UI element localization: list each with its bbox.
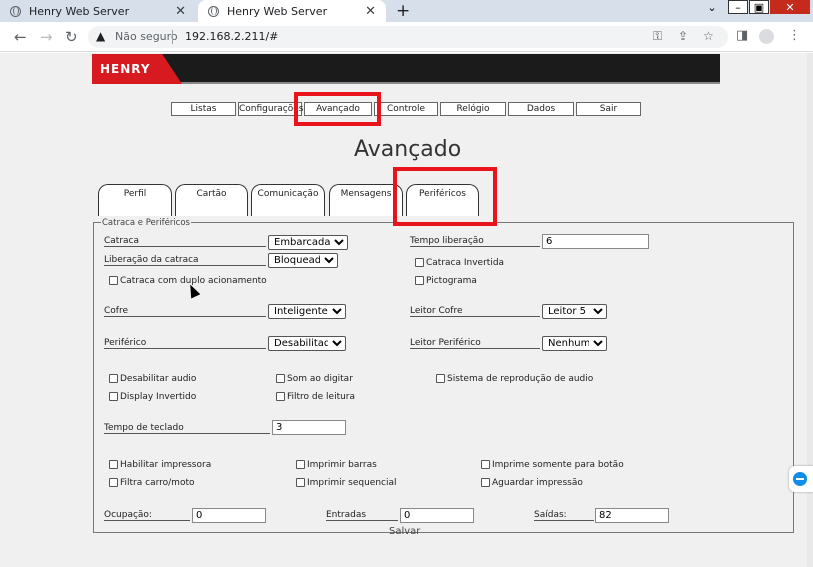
sistema-audio-checkbox[interactable]: [436, 374, 445, 383]
menu-sair[interactable]: Sair: [576, 102, 641, 116]
pictograma-label: Pictograma: [426, 276, 477, 286]
bookmark-star-icon[interactable]: ☆: [703, 29, 714, 43]
catraca-select[interactable]: Embarcada: [268, 235, 348, 250]
omnibox[interactable]: ▲ Não seguro 192.168.2.211/# ⚿ ⇪ ☆: [88, 26, 728, 48]
display-invertido-label: Display Invertido: [120, 392, 197, 402]
close-window-icon[interactable]: ✕: [770, 0, 810, 14]
close-tab-icon[interactable]: ✕: [175, 4, 186, 19]
forward-icon[interactable]: →: [40, 28, 53, 46]
reload-icon[interactable]: ↻: [65, 28, 78, 46]
side-panel-icon[interactable]: ◨: [736, 28, 748, 43]
imprime-botao-label: Imprime somente para botão: [492, 460, 624, 470]
imprimir-barras-checkbox[interactable]: [296, 460, 305, 469]
sistema-audio-label: Sistema de reprodução de audio: [447, 374, 594, 384]
tab-title: Henry Web Server: [227, 4, 328, 18]
desabilitar-audio-label: Desabilitar audio: [120, 374, 197, 384]
habilitar-impressora-checkbox[interactable]: [109, 460, 118, 469]
highlight-box-tab: [393, 167, 497, 226]
habilitar-impressora-label: Habilitar impressora: [120, 460, 212, 470]
saidas-input[interactable]: [595, 508, 669, 523]
duplo-acionamento-checkbox[interactable]: [109, 276, 118, 285]
maximize-icon[interactable]: ▣: [749, 0, 769, 14]
logo-text: HENRY: [100, 62, 151, 76]
menu-dados[interactable]: Dados: [508, 102, 574, 116]
back-icon[interactable]: ←: [14, 28, 27, 46]
share-icon[interactable]: ⇪: [678, 29, 688, 43]
profile-avatar[interactable]: [759, 29, 774, 44]
browser-tab-strip: Henry Web Server ✕ Henry Web Server ✕ + …: [0, 0, 813, 22]
salvar-button[interactable]: Salvar: [389, 526, 420, 537]
highlight-box-menu: [294, 92, 381, 126]
filtra-carro-label: Filtra carro/moto: [120, 478, 195, 488]
catraca-label: Catraca: [104, 236, 266, 247]
aguardar-impressao-checkbox[interactable]: [481, 478, 490, 487]
key-icon[interactable]: ⚿: [653, 29, 662, 44]
page-title: Avançado: [354, 137, 462, 162]
warning-icon[interactable]: ▲: [96, 29, 105, 43]
tab-title: Henry Web Server: [29, 4, 130, 18]
liberacao-catraca-label: Liberação da catraca: [104, 255, 266, 266]
catraca-invertida-label: Catraca Invertida: [426, 258, 505, 268]
entradas-input[interactable]: [400, 508, 474, 523]
menu-relogio[interactable]: Relógio: [440, 102, 506, 116]
ocupacao-label: Ocupação:: [104, 510, 190, 521]
kebab-menu-icon[interactable]: ⋮: [788, 28, 801, 43]
menu-controle[interactable]: Controle: [374, 102, 438, 116]
browser-tab[interactable]: Henry Web Server ✕: [0, 0, 196, 22]
display-invertido-checkbox[interactable]: [109, 392, 118, 401]
som-ao-digitar-label: Som ao digitar: [287, 374, 353, 384]
leitor-periferico-label: Leitor Periférico: [410, 338, 540, 349]
filtro-leitura-label: Filtro de leitura: [287, 392, 356, 402]
imprimir-sequencial-label: Imprimir sequencial: [307, 478, 397, 488]
tempo-liberacao-input[interactable]: [542, 234, 649, 249]
tempo-teclado-label: Tempo de teclado: [104, 423, 270, 434]
minimize-icon[interactable]: –: [728, 0, 748, 14]
liberacao-catraca-select[interactable]: Bloqueada: [268, 253, 338, 268]
tab-search-icon[interactable]: ⌄: [703, 0, 721, 14]
globe-icon: [208, 5, 219, 17]
tempo-teclado-input[interactable]: [272, 420, 346, 435]
tab-perfil[interactable]: Perfil: [98, 184, 172, 216]
divider: [172, 30, 173, 44]
imprimir-barras-label: Imprimir barras: [307, 460, 377, 470]
henry-logo: HENRY: [92, 54, 182, 84]
tab-mensagens[interactable]: Mensagens: [329, 184, 403, 216]
teamviewer-icon[interactable]: [789, 466, 813, 492]
menu-listas[interactable]: Listas: [171, 102, 236, 116]
address-bar-row: ← → ↻ ▲ Não seguro 192.168.2.211/# ⚿ ⇪ ☆…: [0, 22, 813, 52]
tempo-liberacao-label: Tempo liberação: [410, 236, 540, 247]
new-tab-button[interactable]: +: [396, 0, 410, 22]
url-text[interactable]: 192.168.2.211/#: [185, 30, 278, 43]
filtro-leitura-checkbox[interactable]: [276, 392, 285, 401]
entradas-label: Entradas: [326, 510, 398, 521]
desabilitar-audio-checkbox[interactable]: [109, 374, 118, 383]
browser-tab-active[interactable]: Henry Web Server ✕: [198, 0, 386, 22]
tab-comunicacao[interactable]: Comunicação: [251, 184, 325, 216]
periferico-select[interactable]: Desabilitado: [268, 336, 346, 351]
security-label[interactable]: Não seguro: [115, 30, 178, 43]
som-ao-digitar-checkbox[interactable]: [276, 374, 285, 383]
globe-icon: [10, 5, 21, 17]
fieldset-legend: Catraca e Periféricos: [101, 218, 191, 228]
cofre-select[interactable]: Inteligente: [268, 304, 346, 319]
brand-header: HENRY: [92, 54, 720, 84]
imprimir-sequencial-checkbox[interactable]: [296, 478, 305, 487]
leitor-cofre-select[interactable]: Leitor 5: [542, 304, 607, 319]
menu-configuracoes[interactable]: Configurações: [238, 102, 303, 116]
imprime-botao-checkbox[interactable]: [481, 460, 490, 469]
aguardar-impressao-label: Aguardar impressão: [492, 478, 583, 488]
cofre-label: Cofre: [104, 306, 266, 317]
catraca-invertida-checkbox[interactable]: [415, 258, 424, 267]
periferico-label: Periférico: [104, 338, 266, 349]
leitor-periferico-select[interactable]: Nenhuma: [542, 336, 607, 351]
ocupacao-input[interactable]: [192, 508, 266, 523]
tab-cartao[interactable]: Cartão: [175, 184, 248, 216]
close-tab-icon[interactable]: ✕: [365, 4, 376, 19]
saidas-label: Saídas:: [534, 510, 594, 521]
filtra-carro-checkbox[interactable]: [109, 478, 118, 487]
pictograma-checkbox[interactable]: [415, 276, 424, 285]
leitor-cofre-label: Leitor Cofre: [410, 306, 540, 317]
